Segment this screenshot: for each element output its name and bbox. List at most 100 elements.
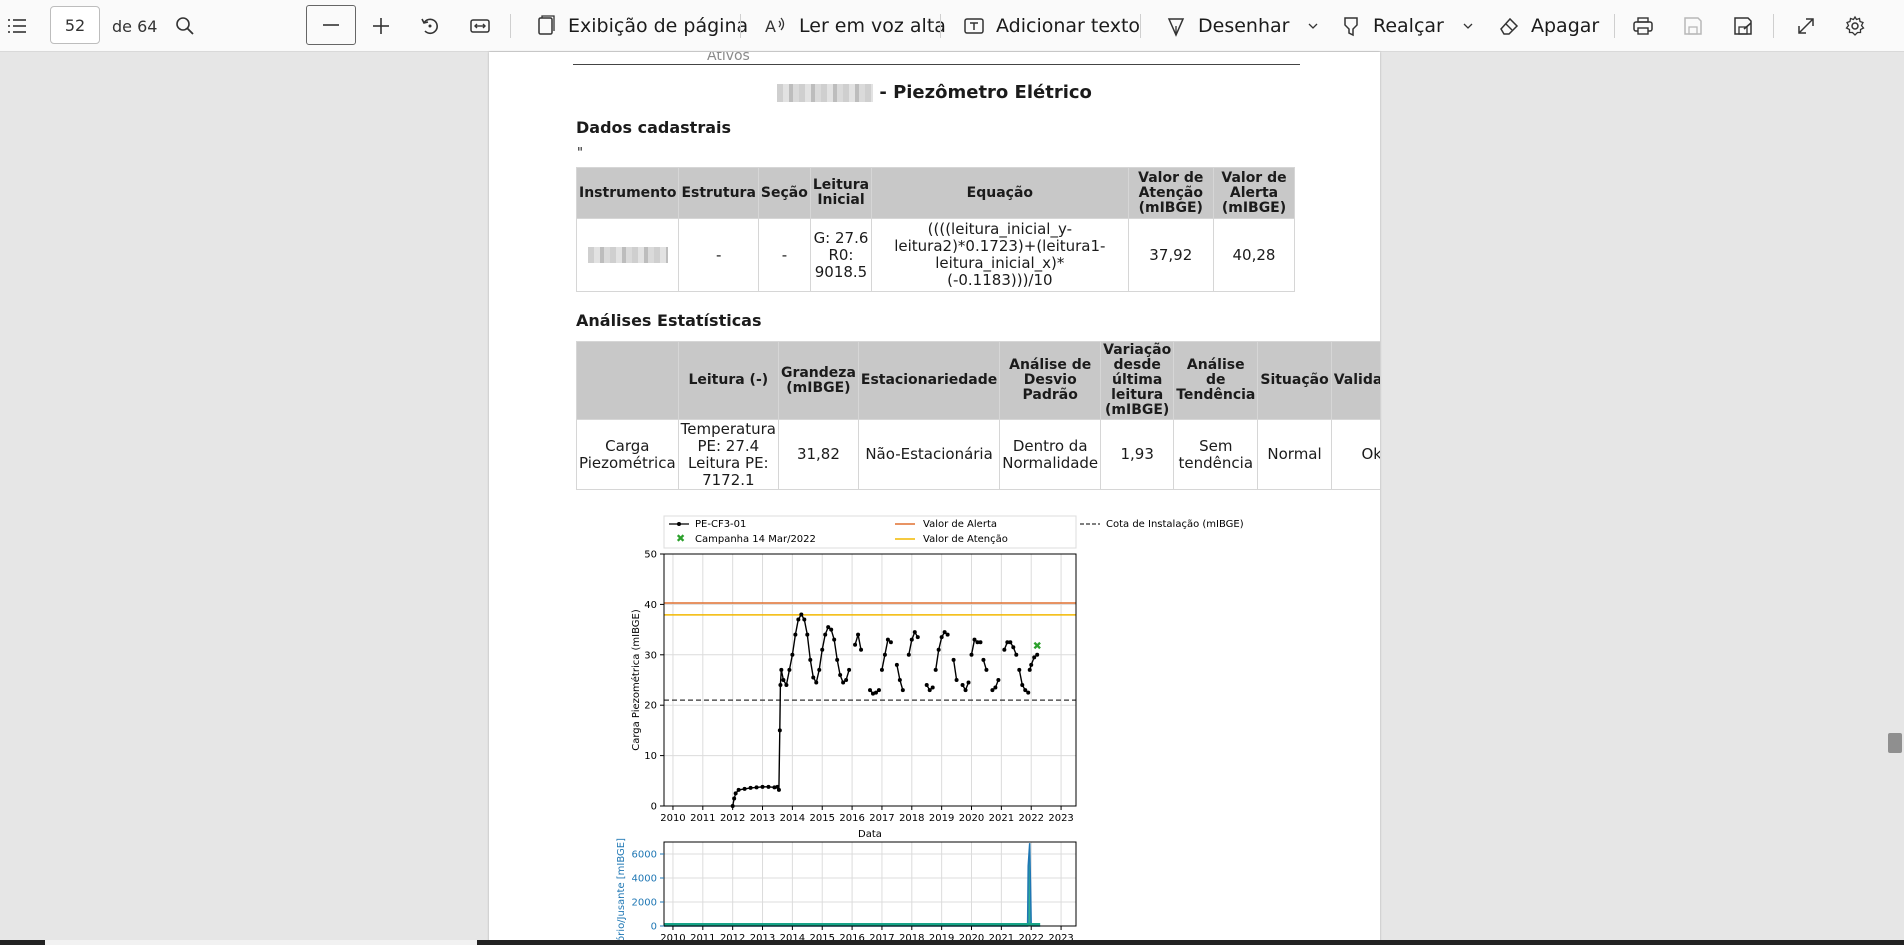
highlight-label: Realçar [1373,15,1444,37]
data-point [733,791,738,796]
x-tick-label: 2018 [899,813,924,824]
draw-button[interactable]: Desenhar [1165,0,1319,52]
find-button[interactable] [174,0,196,52]
add-text-button[interactable]: Adicionar texto [963,0,1140,52]
x-tick-label: 2013 [750,813,775,824]
contents-button[interactable] [6,0,28,52]
data-point [945,632,950,637]
data-point [838,672,843,677]
data-point [760,784,765,789]
data-point [820,647,825,652]
data-point [1002,647,1007,652]
search-icon [176,17,194,35]
chevron-down-icon[interactable] [1307,20,1319,32]
chart-reference-lines [664,602,1076,701]
toolbar-divider [1614,14,1615,38]
data-point [909,637,914,642]
data-point [1020,683,1025,688]
zoom-out-button[interactable] [306,5,356,45]
save-button[interactable] [1682,0,1704,52]
minus-icon [323,24,339,26]
data-point [960,683,965,688]
data-point [930,685,935,690]
print-button[interactable] [1632,0,1654,52]
settings-button[interactable] [1844,0,1866,52]
printer-icon [1633,17,1653,35]
x-tick-label: 2017 [869,813,894,824]
data-point [978,640,983,645]
data-point [732,796,737,801]
full-screen-button[interactable] [1795,0,1817,52]
chart-series: ✖ [730,612,1042,808]
data-point [787,667,792,672]
rotate-button[interactable] [419,0,441,52]
chart-y-axis-label: Carga Piezométrica (mIBGE) [630,609,642,751]
data-point [778,683,783,688]
series-line [896,664,904,691]
chart-grid [664,553,1076,807]
expand-icon [1798,18,1814,34]
y-tick-label: 20 [644,701,657,712]
chart2-y-axis-label: Reservatório/Jusante [mIBGE] [615,838,627,945]
chart-y-ticks: 0 10 20 30 40 50 [644,550,664,813]
data-point [784,683,789,688]
legend-entry: Valor de Atenção [923,534,1008,545]
data-point [1027,667,1032,672]
y-tick-label: 4000 [632,874,657,885]
data-point [993,685,998,690]
plus-icon [373,18,389,34]
data-point [876,688,881,693]
fit-width-button[interactable] [469,0,491,52]
data-point [1029,662,1034,667]
chevron-down-icon[interactable] [1462,20,1474,32]
piezometer-chart: ✖ 2010 2011 2012 2013 2014 2015 2016 2017 2018 20… [615,515,1244,945]
data-point [847,667,852,672]
chart-frame [663,553,1077,807]
series-line [854,634,862,650]
series-line [952,659,958,681]
chart2-frame [663,841,1077,927]
add-text-label: Adicionar texto [996,15,1141,37]
vertical-scrollbar-thumb[interactable] [1888,733,1902,753]
data-point [888,640,893,645]
chart-x-axis-label: Data [858,829,882,840]
zoom-in-button[interactable] [370,0,392,52]
read-aloud-label: Ler em voz alta [799,15,946,37]
legend-entry: Campanha 14 Mar/2022 [695,534,816,545]
data-point [805,632,810,637]
data-point [996,678,1001,682]
toolbar-divider [510,14,511,38]
data-point [808,657,813,662]
y-tick-label: 0 [651,922,657,933]
y-tick-label: 50 [644,550,657,561]
erase-button[interactable]: Apagar [1498,0,1599,52]
data-point [984,667,989,672]
data-point [1014,652,1019,657]
highlight-button[interactable]: Realçar [1340,0,1474,52]
bottom-strip [0,940,1904,945]
x-tick-label: 2021 [989,813,1014,824]
x-tick-label: 2022 [1018,813,1043,824]
page-view-button[interactable]: Exibição de página [535,0,748,52]
save-as-button[interactable] [1732,0,1754,52]
page-number-input[interactable]: 52 [50,6,100,44]
data-point [969,652,974,657]
data-point [793,632,798,637]
y-tick-label: 10 [644,751,657,762]
data-point [897,678,902,682]
data-point [894,662,899,667]
data-point [924,683,929,688]
pdf-toolbar: 52 de 64 Exibição de página A Ler em voz… [0,0,1904,52]
data-point [742,786,747,791]
data-point [859,647,864,652]
data-point [766,784,771,789]
data-point [966,680,971,685]
legend-swatch: ✖ [676,532,685,545]
x-tick-label: 2020 [959,813,984,824]
data-point [823,632,828,637]
data-point [754,785,759,790]
toolbar-divider [740,14,741,38]
y-tick-label: 2000 [632,898,657,909]
read-aloud-button[interactable]: A Ler em voz alta [764,0,946,52]
data-point [954,678,959,682]
